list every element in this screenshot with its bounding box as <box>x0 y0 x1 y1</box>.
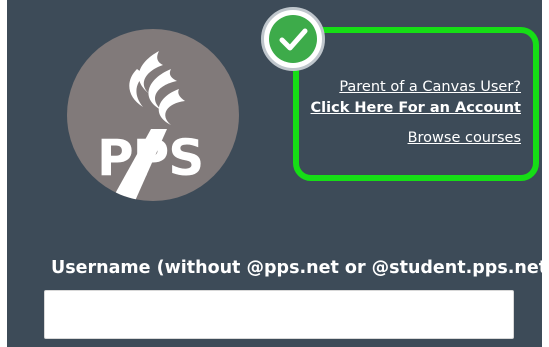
logo-text: PPS <box>97 129 204 187</box>
check-badge <box>261 7 325 71</box>
parent-question-link[interactable]: Parent of a Canvas User? <box>297 77 521 98</box>
create-account-link[interactable]: Click Here For an Account <box>297 98 521 119</box>
username-label: Username (without @pps.net or @student.p… <box>51 258 549 278</box>
account-links: Parent of a Canvas User? Click Here For … <box>297 77 521 149</box>
pps-logo: PPS <box>67 29 239 201</box>
checkmark-icon <box>279 28 308 51</box>
browse-courses-link[interactable]: Browse courses <box>297 128 521 149</box>
username-input[interactable] <box>44 290 514 339</box>
